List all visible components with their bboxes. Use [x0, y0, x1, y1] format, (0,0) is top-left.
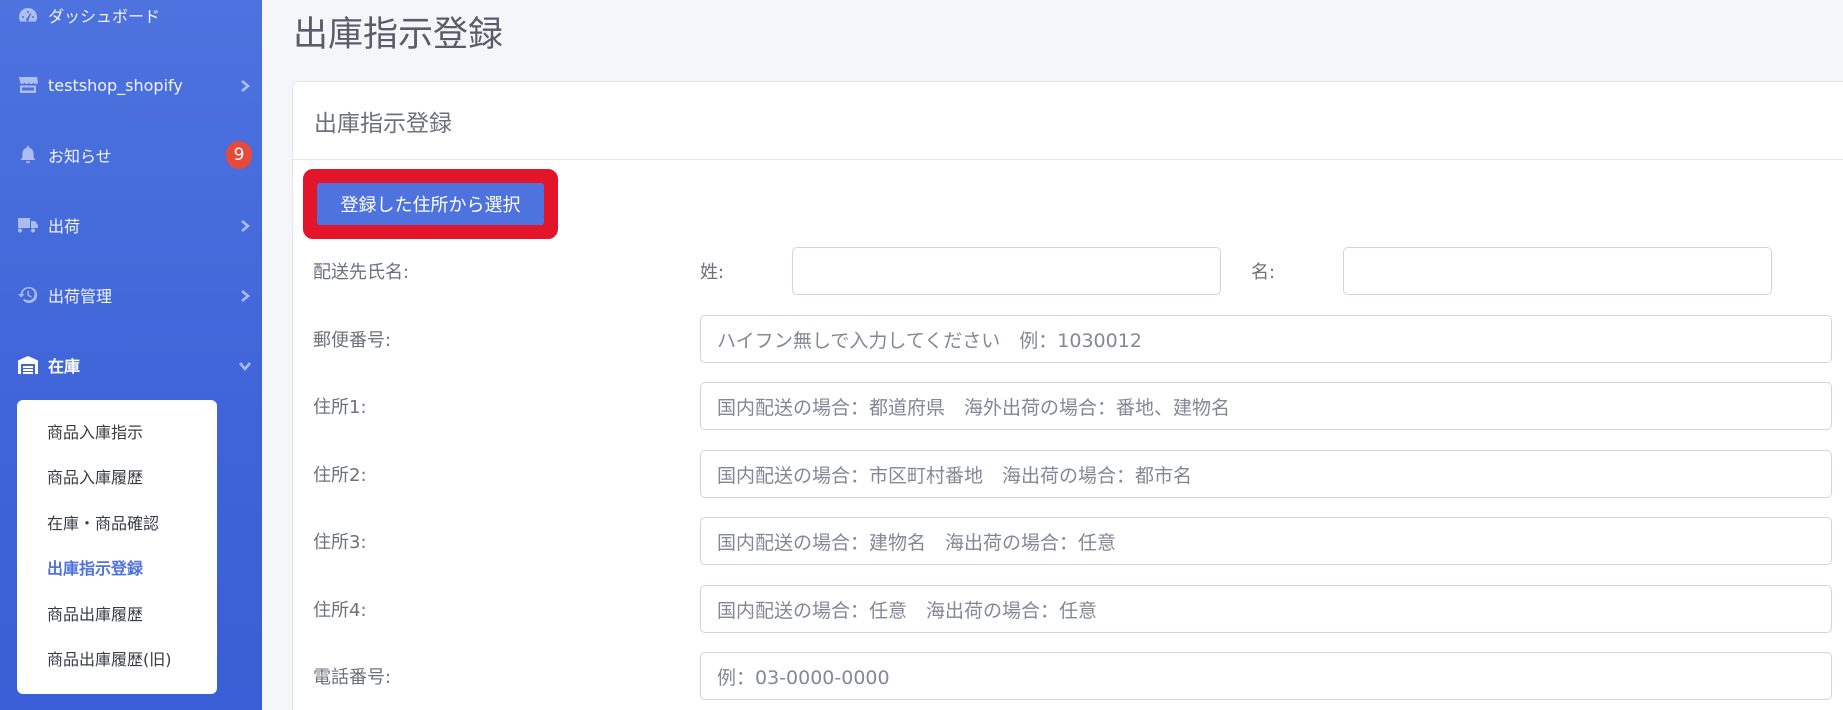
dashboard-icon: [18, 5, 38, 25]
address1-input[interactable]: 国内配送の場合：都道府県 海外出荷の場合：番地、建物名: [700, 382, 1832, 430]
chevron-right-icon: [238, 78, 252, 92]
address2-label: 住所2:: [313, 465, 367, 486]
last-name-input[interactable]: [792, 247, 1221, 295]
history-icon: [18, 285, 38, 305]
sidebar-item-dashboard[interactable]: ダッシュボード: [0, 0, 262, 50]
card-title: 出庫指示登録: [293, 82, 1843, 160]
address2-input[interactable]: 国内配送の場合：市区町村番地 海出荷の場合：都市名: [700, 450, 1832, 498]
sidebar-item-label: お知らせ: [48, 147, 112, 166]
recipient-name-label: 配送先氏名:: [313, 262, 410, 283]
address2-placeholder: 国内配送の場合：市区町村番地 海出荷の場合：都市名: [717, 464, 1193, 487]
first-name-input[interactable]: [1343, 247, 1772, 295]
sidebar-item-label: 在庫: [48, 357, 81, 376]
bell-icon: [18, 145, 38, 165]
sidebar-item-inventory[interactable]: 在庫: [0, 330, 262, 400]
sidebar-item-label: testshop_shopify: [48, 75, 183, 95]
chevron-right-icon: [238, 288, 252, 302]
last-name-label: 姓:: [700, 262, 725, 283]
first-name-label: 名:: [1251, 262, 1276, 283]
chevron-down-icon: [238, 358, 252, 372]
sidebar-item-shipping[interactable]: 出荷: [0, 190, 262, 260]
sidebar-item-label: 出荷: [48, 217, 81, 236]
sidebar-item-shipping-management[interactable]: 出荷管理: [0, 260, 262, 330]
page-title: 出庫指示登録: [293, 15, 504, 55]
phone-label: 電話番号:: [313, 667, 392, 688]
warehouse-icon: [18, 355, 38, 375]
submenu-item-inbound-history[interactable]: 商品入庫履歴: [17, 454, 217, 500]
phone-placeholder: 例：03-0000-0000: [717, 666, 890, 689]
sidebar-item-label: ダッシュボード: [48, 7, 161, 26]
postal-code-input[interactable]: ハイフン無しで入力してください 例：1030012: [700, 315, 1832, 363]
store-icon: [18, 75, 38, 95]
inventory-submenu: 商品入庫指示 商品入庫履歴 在庫・商品確認 出庫指示登録 商品出庫履歴 商品出庫…: [17, 400, 217, 694]
address3-placeholder: 国内配送の場合：建物名 海出荷の場合：任意: [717, 531, 1117, 554]
submenu-item-stock-check[interactable]: 在庫・商品確認: [17, 499, 217, 545]
address3-input[interactable]: 国内配送の場合：建物名 海出荷の場合：任意: [700, 517, 1832, 565]
select-from-saved-address-button[interactable]: 登録した住所から選択: [317, 183, 544, 225]
chevron-right-icon: [238, 218, 252, 232]
postal-code-label: 郵便番号:: [313, 330, 392, 351]
address1-placeholder: 国内配送の場合：都道府県 海外出荷の場合：番地、建物名: [717, 396, 1231, 419]
postal-code-placeholder: ハイフン無しで入力してください 例：1030012: [717, 329, 1142, 352]
address3-label: 住所3:: [313, 532, 367, 553]
address4-input[interactable]: 国内配送の場合：任意 海出荷の場合：任意: [700, 585, 1832, 633]
address4-label: 住所4:: [313, 600, 367, 621]
submenu-item-outbound-history[interactable]: 商品出庫履歴: [17, 590, 217, 636]
submenu-item-inbound-instruction[interactable]: 商品入庫指示: [17, 408, 217, 454]
submenu-item-outbound-history-old[interactable]: 商品出庫履歴(旧): [17, 636, 217, 682]
sidebar-item-notices[interactable]: お知らせ 9: [0, 120, 262, 190]
sidebar-item-label: 出荷管理: [48, 287, 113, 306]
submenu-item-outbound-registration[interactable]: 出庫指示登録: [17, 545, 217, 591]
address1-label: 住所1:: [313, 397, 367, 418]
notification-count-badge: 9: [226, 141, 252, 169]
sidebar: ダッシュボード testshop_shopify お知らせ 9 出荷 出荷管理 …: [0, 0, 262, 710]
address4-placeholder: 国内配送の場合：任意 海出荷の場合：任意: [717, 599, 1098, 622]
sidebar-item-shop[interactable]: testshop_shopify: [0, 50, 262, 120]
phone-input[interactable]: 例：03-0000-0000: [700, 652, 1832, 700]
truck-icon: [18, 215, 38, 235]
highlight-annotation: 登録した住所から選択: [303, 169, 558, 239]
